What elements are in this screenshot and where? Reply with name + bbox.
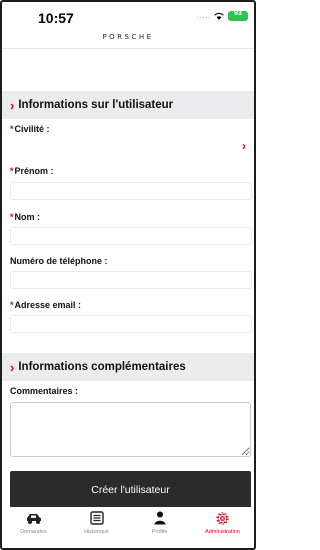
comments-textarea[interactable] [10, 402, 251, 457]
status-time: 10:57 [38, 10, 74, 26]
tab-label: Administration [205, 529, 240, 535]
header-divider [2, 48, 254, 49]
telephone-label-text: Numéro de téléphone : [10, 256, 108, 266]
tab-label: Profile [151, 529, 168, 535]
tab-historique[interactable]: Historique [65, 507, 128, 548]
tab-demandes[interactable]: Demandes [2, 507, 65, 548]
nom-label-text: Nom : [14, 212, 41, 222]
telephone-field[interactable] [10, 271, 252, 289]
required-marker: * [10, 124, 14, 134]
section-header-user-info: › Informations sur l'utilisateur [2, 91, 254, 119]
battery-icon: 93 [228, 10, 248, 21]
brand-logo: PORSCHE [102, 33, 154, 41]
chevron-right-icon[interactable]: › [242, 139, 246, 153]
nom-label: *Nom : [10, 212, 40, 222]
telephone-label: Numéro de téléphone : [10, 256, 108, 266]
chevron-right-icon: › [10, 97, 15, 113]
nom-field[interactable] [10, 227, 252, 245]
email-label: *Adresse email : [10, 300, 81, 310]
required-marker: * [10, 300, 14, 310]
tab-profile[interactable]: Profile [128, 507, 191, 548]
user-icon [154, 511, 165, 525]
tab-bar: Demandes Historique Profile Administrati… [2, 507, 254, 548]
section-header-extra-info: › Informations complémentaires [2, 353, 254, 381]
email-field[interactable] [10, 315, 252, 333]
section-title-user-info: Informations sur l'utilisateur [18, 99, 174, 111]
create-user-button[interactable]: Créer l'utilisateur [10, 471, 251, 509]
tab-administration[interactable]: Administration [191, 507, 254, 548]
civilite-label: *Civilité : [10, 124, 50, 134]
tab-label: Historique [84, 529, 109, 535]
chevron-right-icon: › [10, 359, 15, 375]
prenom-label-text: Prénom : [14, 166, 54, 176]
civilite-label-text: Civilité : [14, 124, 50, 134]
prenom-field[interactable] [10, 182, 252, 200]
section-title-extra-info: Informations complémentaires [18, 361, 186, 373]
status-bar: 10:57 ..... 93 [2, 2, 254, 32]
wifi-icon [214, 12, 224, 20]
required-marker: * [10, 212, 14, 222]
comments-label-text: Commentaires : [10, 386, 79, 396]
required-marker: * [10, 166, 14, 176]
comments-label: Commentaires : [10, 386, 78, 396]
tab-label: Demandes [20, 529, 47, 535]
battery-level: 93 [234, 10, 242, 17]
civilite-select[interactable] [10, 137, 252, 155]
prenom-label: *Prénom : [10, 166, 54, 176]
email-label-text: Adresse email : [14, 300, 82, 310]
car-icon [26, 514, 41, 524]
list-icon [89, 511, 104, 525]
gear-icon [216, 512, 229, 525]
signal-icon: ..... [196, 10, 212, 20]
app-frame: 10:57 ..... 93 PORSCHE › Informations su… [0, 0, 256, 550]
